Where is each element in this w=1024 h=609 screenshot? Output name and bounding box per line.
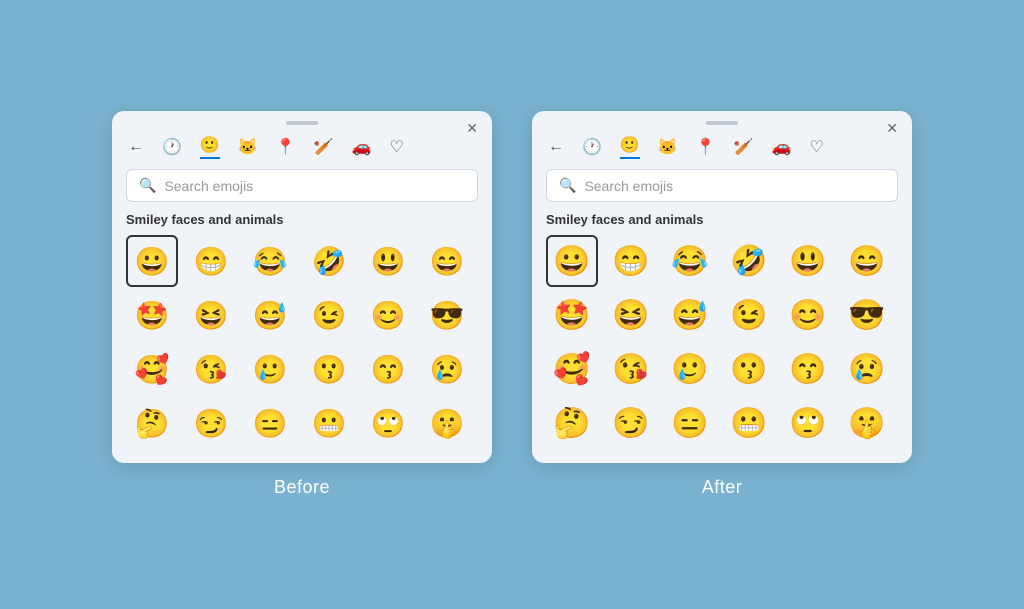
drag-handle [706, 121, 738, 125]
before-title-bar: ✕ [112, 111, 492, 129]
emoji-cell[interactable]: 😙 [782, 343, 834, 395]
emoji-cell[interactable]: 🤔 [126, 397, 178, 449]
emoji-cell[interactable]: 🤫 [841, 397, 893, 449]
after-nav-bar: ← 🕐 🙂 🐱 📍 🏏 🚗 ♡ [532, 129, 912, 165]
close-button[interactable]: ✕ [886, 121, 898, 135]
emoji-cell[interactable]: 😂 [244, 235, 296, 287]
emoji-cell[interactable]: 😬 [723, 397, 775, 449]
before-search-bar[interactable]: 🔍 Search emojis [126, 169, 478, 202]
animal-icon[interactable]: 🐱 [238, 137, 258, 157]
emoji-cell[interactable]: 😁 [185, 235, 237, 287]
search-icon: 🔍 [559, 177, 576, 194]
emoji-cell[interactable]: 😆 [605, 289, 657, 341]
emoji-cell[interactable]: 😏 [605, 397, 657, 449]
emoji-cell[interactable]: 🤩 [546, 289, 598, 341]
travel-icon[interactable]: 🚗 [772, 137, 792, 157]
emoji-cell[interactable]: 😘 [185, 343, 237, 395]
activity-icon[interactable]: 🏏 [314, 137, 334, 157]
emoji-cell[interactable]: 😗 [723, 343, 775, 395]
smiley-icon[interactable]: 🙂 [200, 135, 220, 159]
emoji-cell[interactable]: 😊 [782, 289, 834, 341]
heart-icon[interactable]: ♡ [390, 137, 404, 157]
animal-icon[interactable]: 🐱 [658, 137, 678, 157]
emoji-cell[interactable]: 😢 [841, 343, 893, 395]
emoji-cell[interactable]: 😙 [362, 343, 414, 395]
recent-icon[interactable]: 🕐 [582, 137, 602, 157]
emoji-cell[interactable]: 🥰 [546, 343, 598, 395]
emoji-cell[interactable]: 😄 [421, 235, 473, 287]
travel-icon[interactable]: 🚗 [352, 137, 372, 157]
place-icon[interactable]: 📍 [276, 137, 296, 157]
emoji-cell[interactable]: 😀 [126, 235, 178, 287]
after-wrapper: ✕ ← 🕐 🙂 🐱 📍 🏏 🚗 ♡ 🔍 Search emojis Smiley… [532, 111, 912, 498]
emoji-cell[interactable]: 🥲 [664, 343, 716, 395]
search-placeholder-text: Search emojis [584, 178, 673, 194]
emoji-cell[interactable]: 😅 [244, 289, 296, 341]
emoji-cell[interactable]: 🤣 [723, 235, 775, 287]
emoji-cell[interactable]: 🙄 [782, 397, 834, 449]
emoji-cell[interactable]: 😉 [303, 289, 355, 341]
before-panel: ✕ ← 🕐 🙂 🐱 📍 🏏 🚗 ♡ 🔍 Search emojis Smiley… [112, 111, 492, 463]
emoji-cell[interactable]: 😬 [303, 397, 355, 449]
after-section-title: Smiley faces and animals [532, 212, 912, 235]
emoji-cell[interactable]: 😃 [362, 235, 414, 287]
heart-icon[interactable]: ♡ [810, 137, 824, 157]
emoji-cell[interactable]: 😘 [605, 343, 657, 395]
emoji-cell[interactable]: 😑 [664, 397, 716, 449]
after-panel: ✕ ← 🕐 🙂 🐱 📍 🏏 🚗 ♡ 🔍 Search emojis Smiley… [532, 111, 912, 463]
emoji-cell[interactable]: 😁 [605, 235, 657, 287]
emoji-cell[interactable]: 😎 [841, 289, 893, 341]
back-icon[interactable]: ← [128, 138, 144, 156]
after-label: After [702, 477, 743, 498]
activity-icon[interactable]: 🏏 [734, 137, 754, 157]
search-icon: 🔍 [139, 177, 156, 194]
back-icon[interactable]: ← [548, 138, 564, 156]
emoji-cell[interactable]: 😀 [546, 235, 598, 287]
before-section-title: Smiley faces and animals [112, 212, 492, 235]
after-emoji-grid: 😀😁😂🤣😃😄 🤩😆😅😉😊😎 🥰😘🥲😗😙😢 🤔😏😑😬🙄🤫 [532, 235, 912, 463]
place-icon[interactable]: 📍 [696, 137, 716, 157]
emoji-cell[interactable]: 😄 [841, 235, 893, 287]
before-nav-bar: ← 🕐 🙂 🐱 📍 🏏 🚗 ♡ [112, 129, 492, 165]
before-wrapper: ✕ ← 🕐 🙂 🐱 📍 🏏 🚗 ♡ 🔍 Search emojis Smiley… [112, 111, 492, 498]
emoji-cell[interactable]: 🤣 [303, 235, 355, 287]
emoji-cell[interactable]: 🤔 [546, 397, 598, 449]
before-emoji-grid: 😀😁😂🤣😃😄 🤩😆😅😉😊😎 🥰😘🥲😗😙😢 🤔😏😑😬🙄🤫 [112, 235, 492, 463]
emoji-cell[interactable]: 😉 [723, 289, 775, 341]
smiley-icon[interactable]: 🙂 [620, 135, 640, 159]
emoji-cell[interactable]: 😃 [782, 235, 834, 287]
emoji-cell[interactable]: 😂 [664, 235, 716, 287]
emoji-cell[interactable]: 😅 [664, 289, 716, 341]
before-label: Before [274, 477, 330, 498]
emoji-cell[interactable]: 🙄 [362, 397, 414, 449]
emoji-cell[interactable]: 🥲 [244, 343, 296, 395]
after-title-bar: ✕ [532, 111, 912, 129]
emoji-cell[interactable]: 😎 [421, 289, 473, 341]
close-button[interactable]: ✕ [466, 121, 478, 135]
search-placeholder-text: Search emojis [164, 178, 253, 194]
emoji-cell[interactable]: 🥰 [126, 343, 178, 395]
emoji-cell[interactable]: 😆 [185, 289, 237, 341]
recent-icon[interactable]: 🕐 [162, 137, 182, 157]
emoji-cell[interactable]: 🤩 [126, 289, 178, 341]
drag-handle [286, 121, 318, 125]
emoji-cell[interactable]: 😢 [421, 343, 473, 395]
emoji-cell[interactable]: 😑 [244, 397, 296, 449]
emoji-cell[interactable]: 🤫 [421, 397, 473, 449]
emoji-cell[interactable]: 😏 [185, 397, 237, 449]
emoji-cell[interactable]: 😗 [303, 343, 355, 395]
after-search-bar[interactable]: 🔍 Search emojis [546, 169, 898, 202]
emoji-cell[interactable]: 😊 [362, 289, 414, 341]
